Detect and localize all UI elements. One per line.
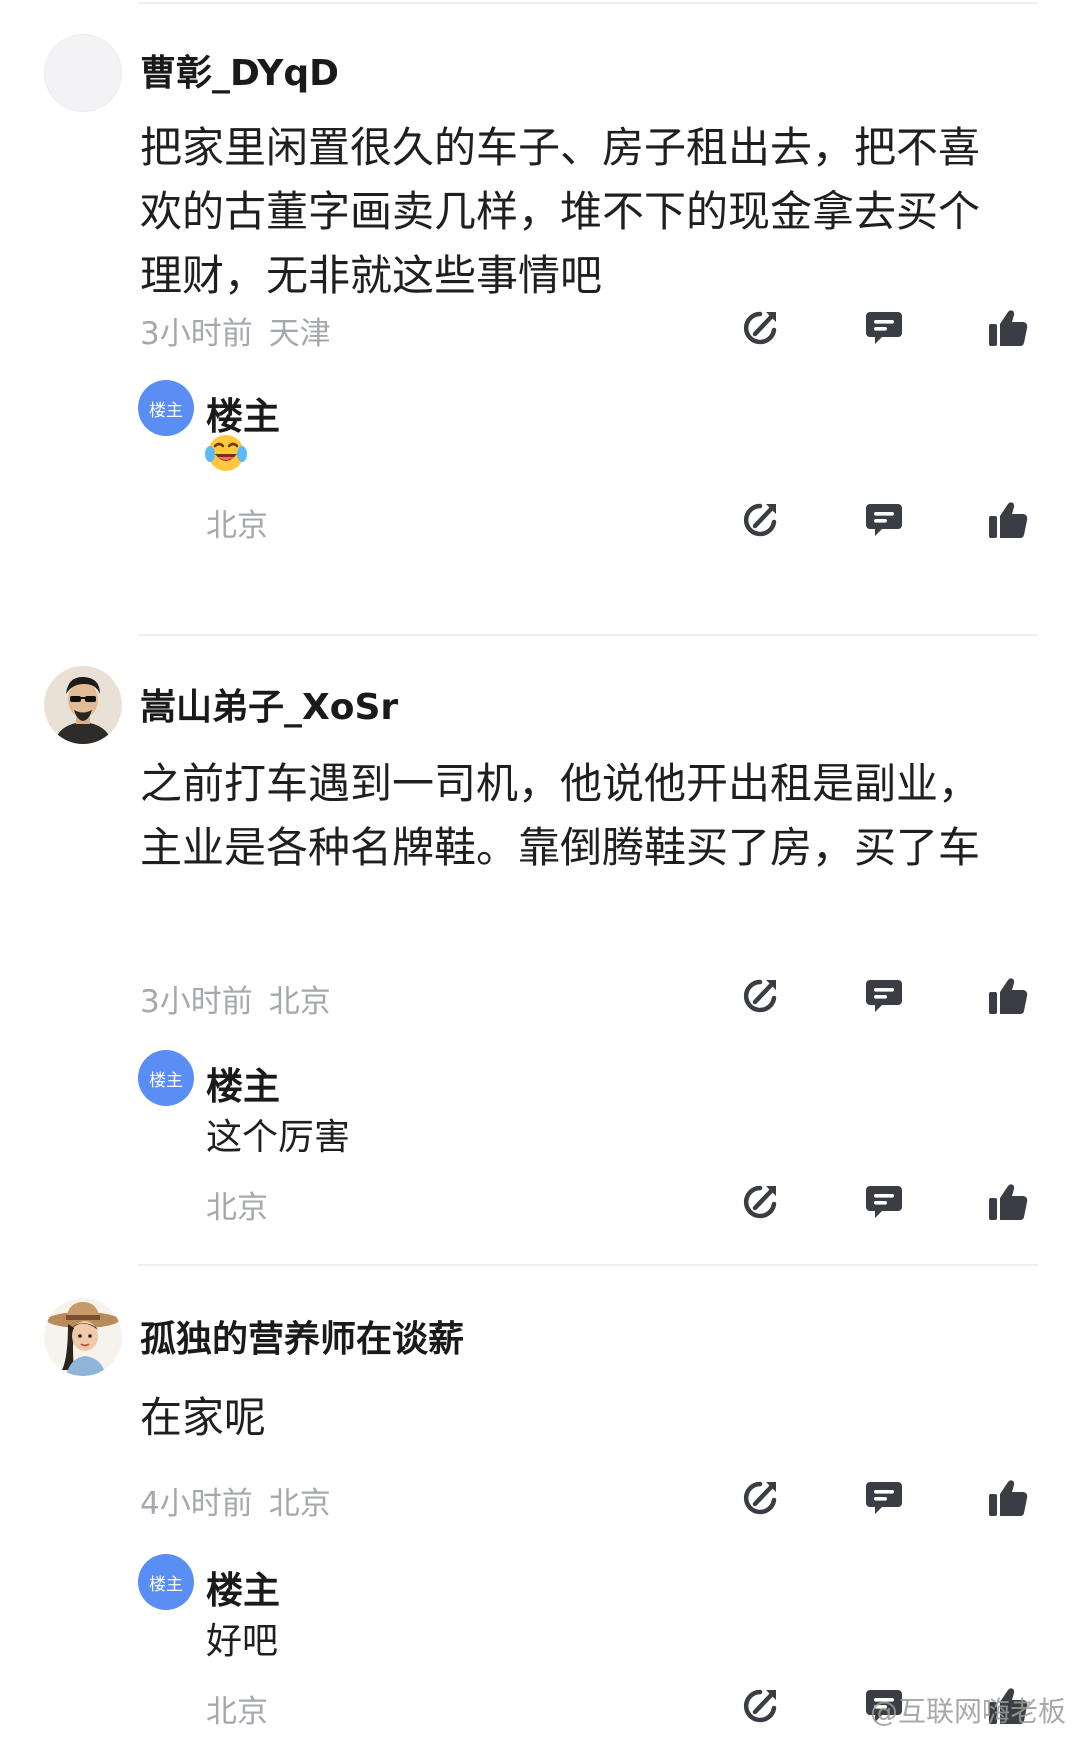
- share-icon[interactable]: [738, 1476, 782, 1520]
- comment-text: 把家里闲置很久的车子、房子租出去，把不喜欢的古董字画卖几样，堆不下的现金拿去买个…: [140, 123, 981, 300]
- reply-location: 北京: [206, 1190, 268, 1226]
- like-icon[interactable]: [986, 498, 1030, 542]
- like-icon[interactable]: [986, 974, 1030, 1018]
- user-avatar[interactable]: [44, 34, 122, 112]
- reply-icon[interactable]: [862, 1476, 906, 1520]
- comment-location: 北京: [268, 1486, 331, 1522]
- user-avatar[interactable]: [44, 1298, 122, 1376]
- share-icon[interactable]: [738, 1180, 782, 1224]
- comment-divider: [138, 634, 1038, 636]
- reply-icon[interactable]: [862, 974, 906, 1018]
- comment-text: 之前打车遇到一司机，他说他开出租是副业，主业是各种名牌鞋。靠倒腾鞋买了房，买了车: [140, 759, 981, 872]
- reply-location: 北京: [206, 508, 268, 544]
- comment-meta: 3小时前 北京: [140, 976, 331, 1021]
- comment-time: 3小时前: [140, 984, 253, 1020]
- op-badge: 楼主: [138, 1554, 194, 1610]
- share-icon[interactable]: [738, 974, 782, 1018]
- user-avatar[interactable]: [44, 666, 122, 744]
- comment-username[interactable]: 曹彰_DYqD: [140, 44, 339, 96]
- share-icon[interactable]: [738, 1684, 782, 1728]
- comment-time: 3小时前: [140, 316, 253, 352]
- reply-location: 北京: [206, 1694, 268, 1730]
- share-icon[interactable]: [738, 306, 782, 350]
- reply-text: 好吧: [206, 1621, 279, 1662]
- reply-text: 这个厉害: [206, 1117, 351, 1158]
- laughing-tears-emoji: [205, 435, 247, 471]
- comment-text: 在家呢: [140, 1393, 267, 1442]
- comment-divider: [138, 1264, 1038, 1266]
- comment-actions: [738, 306, 1030, 350]
- comment-actions: [738, 974, 1030, 1018]
- comment-location: 北京: [268, 984, 331, 1020]
- comment-meta: 4小时前 北京: [140, 1478, 331, 1523]
- like-icon[interactable]: [986, 1476, 1030, 1520]
- man-sunglasses-icon: [44, 666, 122, 744]
- comment-time: 4小时前: [140, 1486, 253, 1522]
- woman-hat-icon: [44, 1298, 122, 1376]
- reply-actions: [738, 498, 1030, 542]
- comment-location: 天津: [268, 316, 331, 352]
- comment-actions: [738, 1476, 1030, 1520]
- reply-icon[interactable]: [862, 306, 906, 350]
- watermark: @互联网嗨老板: [869, 1695, 1066, 1728]
- like-icon[interactable]: [986, 1180, 1030, 1224]
- comment-username[interactable]: 孤独的营养师在谈薪: [140, 1310, 464, 1362]
- op-badge: 楼主: [138, 1050, 194, 1106]
- reply-author-name[interactable]: 楼主: [206, 1056, 280, 1110]
- top-divider: [138, 2, 1038, 4]
- reply-actions: [738, 1180, 1030, 1224]
- reply-author-name[interactable]: 楼主: [206, 1560, 280, 1614]
- share-icon[interactable]: [738, 498, 782, 542]
- reply-icon[interactable]: [862, 1180, 906, 1224]
- like-icon[interactable]: [986, 306, 1030, 350]
- comment-meta: 3小时前 天津: [140, 308, 331, 353]
- op-badge: 楼主: [138, 380, 194, 436]
- reply-icon[interactable]: [862, 498, 906, 542]
- comment-username[interactable]: 嵩山弟子_XoSr: [140, 678, 398, 730]
